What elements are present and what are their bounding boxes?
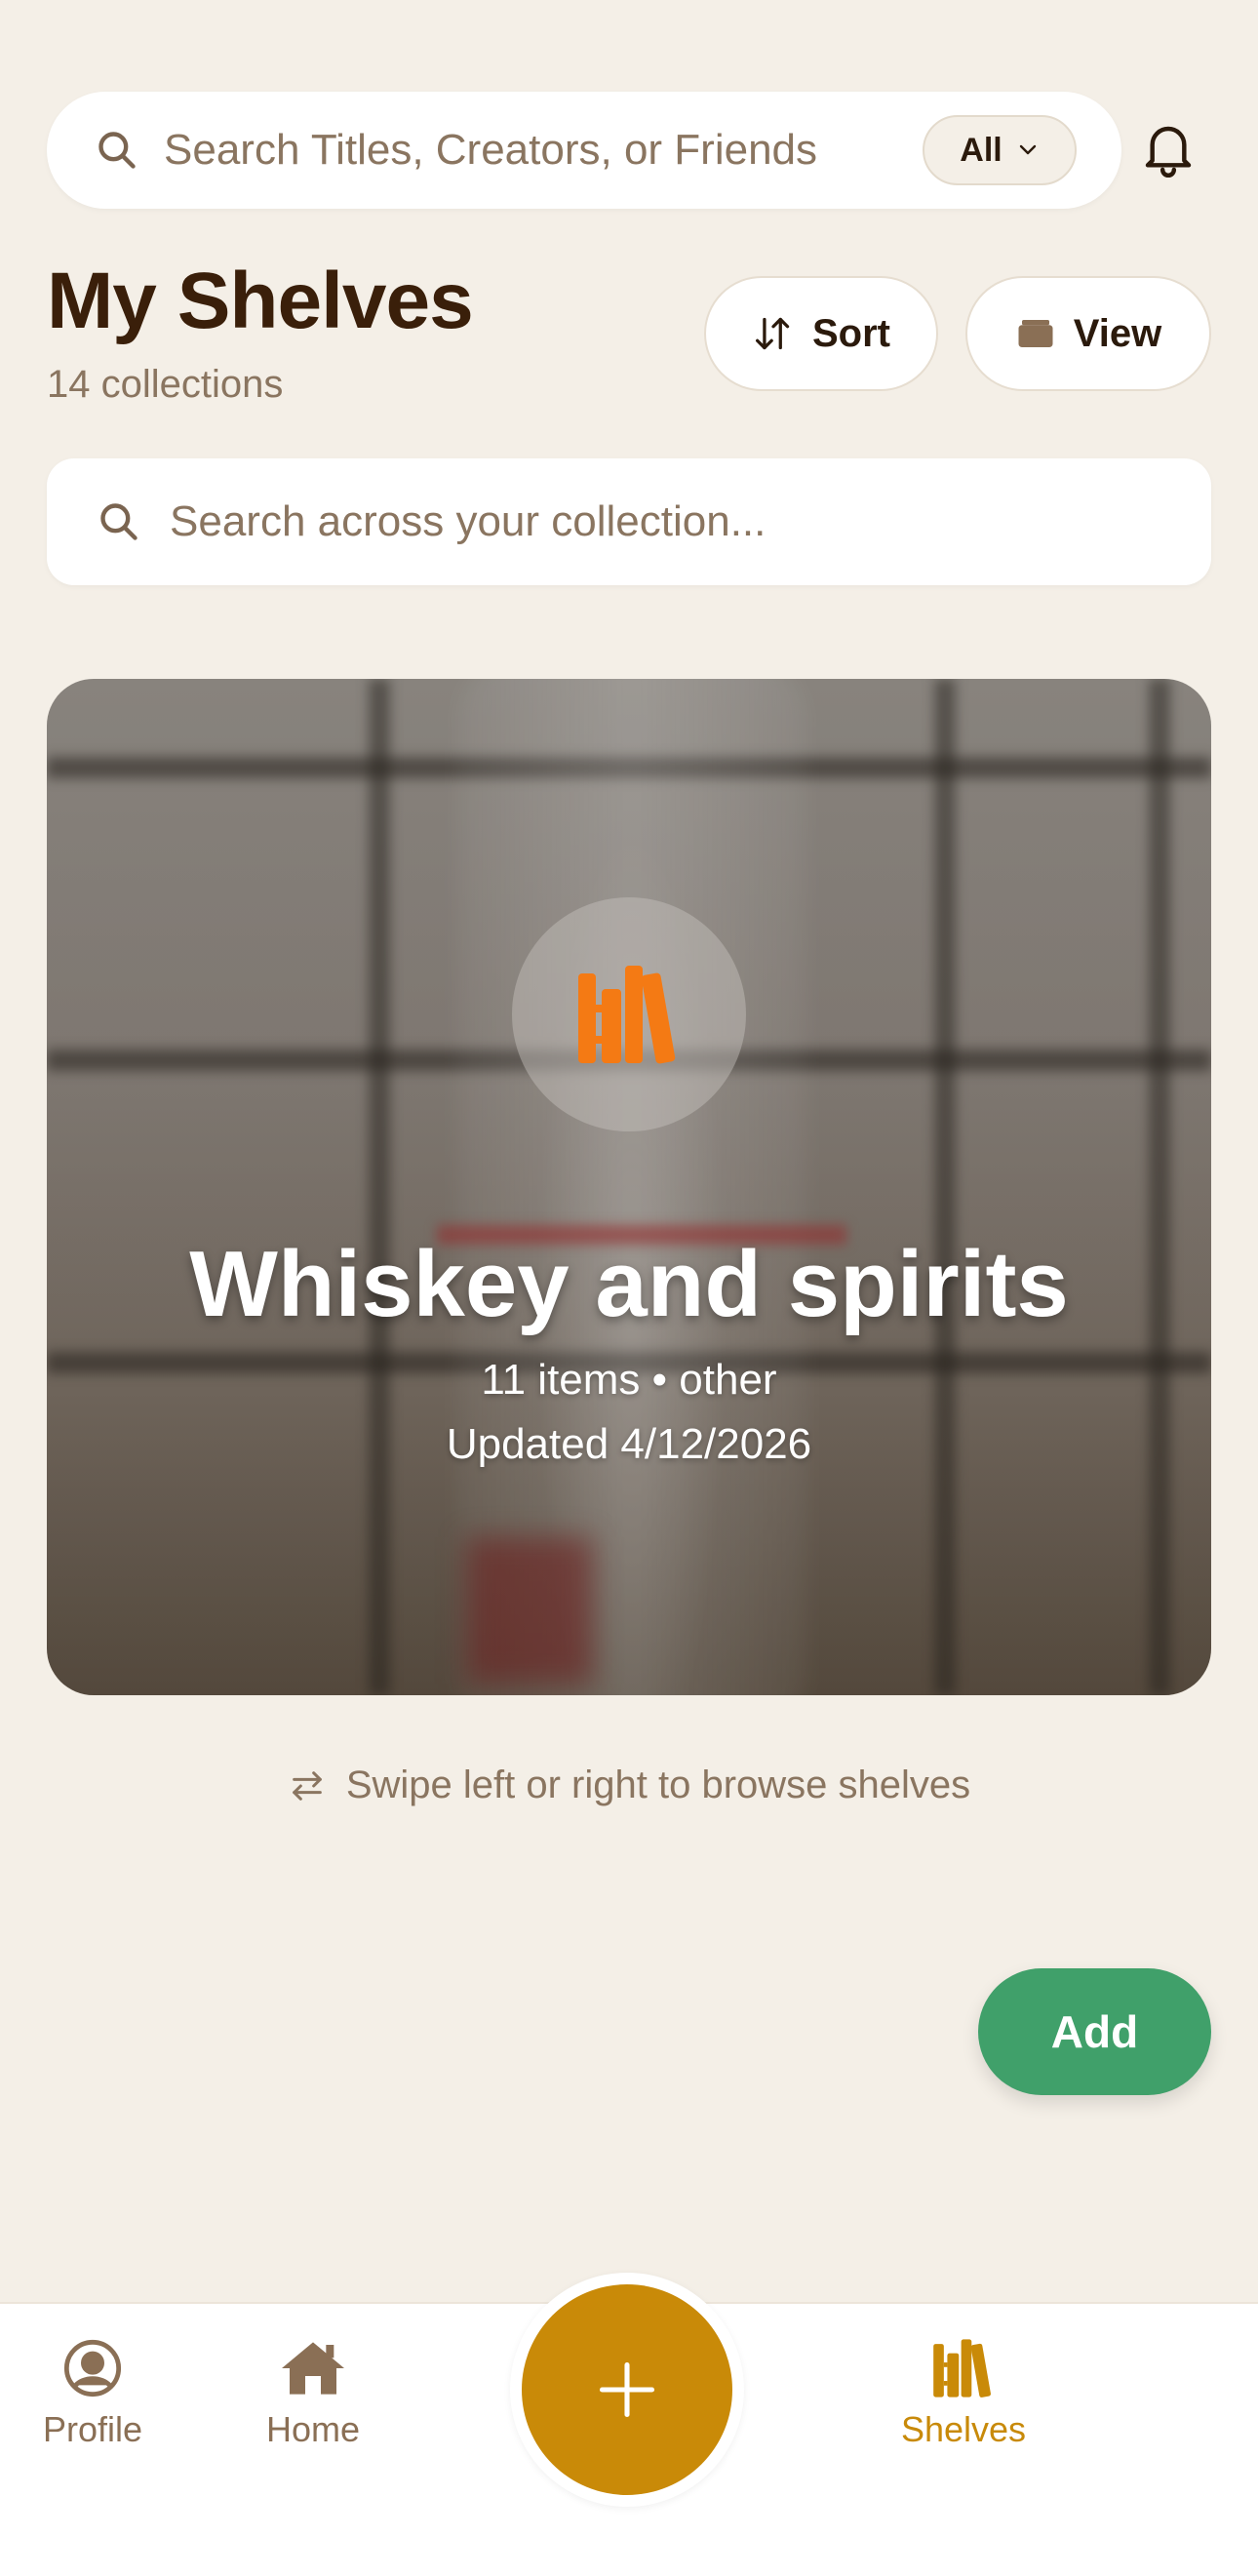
- shelf-card[interactable]: Whiskey and spirits 11 items • other Upd…: [47, 679, 1211, 1695]
- profile-icon: [63, 2339, 122, 2398]
- shelf-title: Whiskey and spirits: [189, 1232, 1069, 1336]
- add-button[interactable]: Add: [978, 1968, 1211, 2095]
- global-search-placeholder[interactable]: Search Titles, Creators, or Friends: [164, 92, 817, 209]
- search-icon: [98, 132, 136, 169]
- sort-button[interactable]: Sort: [704, 276, 938, 391]
- search-filter-label: All: [960, 131, 1002, 169]
- swipe-hint-text: Swipe left or right to browse shelves: [345, 1764, 971, 1806]
- nav-label-home: Home: [265, 2409, 361, 2449]
- search-icon: [100, 503, 138, 540]
- collection-search-placeholder[interactable]: Search across your collection...: [170, 458, 766, 585]
- shelf-updated-date: Updated 4/12/2026: [446, 1420, 812, 1468]
- nav-label-profile: Profile: [42, 2409, 143, 2449]
- home-icon: [282, 2342, 344, 2395]
- nav-item-profile[interactable]: Profile: [0, 2337, 190, 2450]
- create-fab-button[interactable]: [522, 2284, 732, 2495]
- search-filter-dropdown[interactable]: All: [923, 115, 1077, 185]
- sort-button-label: Sort: [812, 311, 890, 355]
- collection-search-input[interactable]: Search across your collection...: [47, 458, 1211, 585]
- notification-bell-icon[interactable]: [1141, 119, 1196, 179]
- view-button[interactable]: View: [965, 276, 1211, 391]
- nav-item-shelves[interactable]: Shelves: [866, 2337, 1061, 2450]
- chevron-down-icon: [1019, 144, 1036, 155]
- bookshelf-icon: [578, 966, 676, 1064]
- swap-arrows-icon: [293, 1770, 322, 1801]
- plus-icon: [599, 2361, 655, 2418]
- swipe-hint: Swipe left or right to browse shelves: [0, 1764, 1258, 1807]
- sort-arrows-icon: [756, 317, 790, 350]
- nav-item-home[interactable]: Home: [216, 2337, 411, 2450]
- shelves-icon: [933, 2339, 991, 2398]
- shelf-icon-badge: [512, 897, 746, 1131]
- global-search-bar[interactable]: Search Titles, Creators, or Friends All: [47, 92, 1121, 209]
- page-title: My Shelves: [47, 257, 474, 345]
- nav-label-shelves: Shelves: [900, 2409, 1027, 2449]
- collections-count: 14 collections: [47, 363, 284, 406]
- shelf-meta: 11 items • other: [481, 1356, 777, 1404]
- view-button-label: View: [1073, 311, 1162, 355]
- view-mode-icon: [1018, 320, 1053, 347]
